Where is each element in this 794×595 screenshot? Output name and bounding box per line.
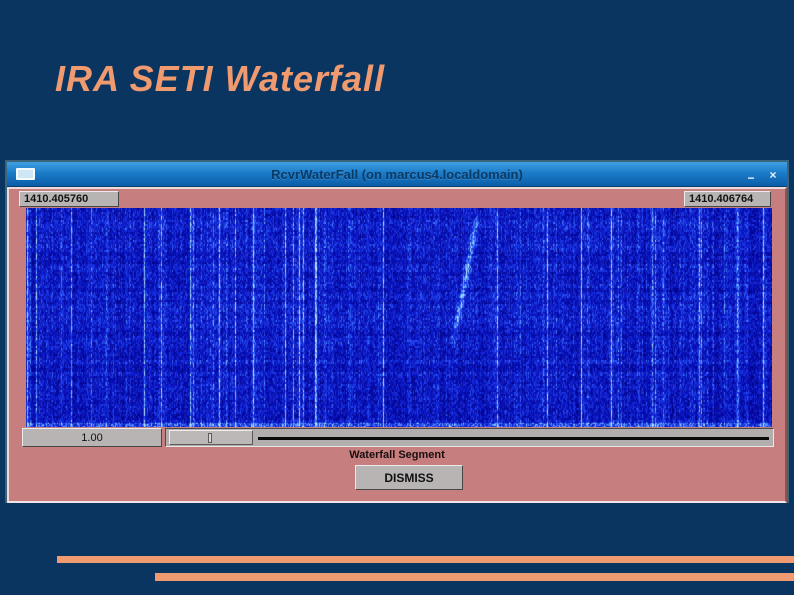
slider-grip-icon	[208, 433, 212, 443]
slider-line	[258, 437, 769, 440]
waterfall-canvas	[26, 208, 772, 427]
waterfall-display	[26, 208, 772, 427]
freq-start-label: 1410.405760	[19, 191, 119, 207]
window-body: 1410.405760 1410.406764 1.00 Waterfall S…	[7, 187, 787, 503]
freq-end-label: 1410.406764	[684, 191, 771, 207]
scale-value-box: 1.00	[22, 428, 162, 447]
window-title: RcvrWaterFall (on marcus4.localdomain)	[271, 166, 523, 182]
slide-title: IRA SETI Waterfall	[55, 58, 386, 99]
accent-bar-bottom	[155, 573, 794, 581]
segment-label: Waterfall Segment	[349, 449, 445, 461]
segment-slider-track[interactable]	[165, 428, 774, 447]
window-controls: − ×	[743, 162, 781, 187]
accent-bar-top	[57, 556, 794, 563]
segment-slider-thumb[interactable]	[169, 430, 253, 445]
slide: { "slide": { "title": "IRA SETI Waterfal…	[0, 0, 794, 595]
dismiss-button[interactable]: DISMISS	[355, 465, 463, 490]
close-button[interactable]: ×	[765, 167, 781, 183]
rcvr-waterfall-window: RcvrWaterFall (on marcus4.localdomain) −…	[5, 160, 789, 503]
window-titlebar[interactable]: RcvrWaterFall (on marcus4.localdomain) −…	[7, 162, 787, 187]
minimize-button[interactable]: −	[743, 167, 759, 184]
window-icon	[16, 168, 35, 180]
